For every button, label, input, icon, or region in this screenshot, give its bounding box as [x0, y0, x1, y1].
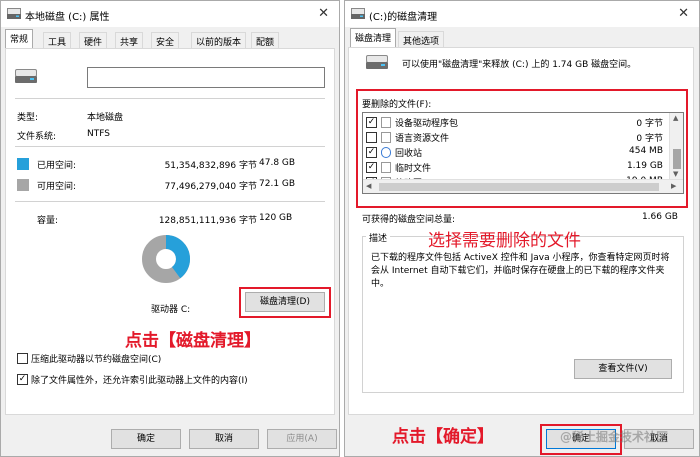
- highlight-cleanup: [239, 287, 331, 318]
- divider: [15, 146, 325, 147]
- properties-titlebar[interactable]: 本地磁盘 (C:) 属性 ✕: [1, 1, 339, 27]
- description-text: 已下载的程序文件包括 ActiveX 控件和 Java 小程序，你查看特定网页时…: [371, 253, 670, 289]
- filesystem-value: NTFS: [87, 129, 110, 139]
- free-space-label: 可用空间:: [37, 182, 77, 192]
- compress-label: 压缩此驱动器以节约磁盘空间(C): [31, 355, 162, 365]
- check-icon: ✓: [18, 374, 27, 384]
- tab-previous-versions[interactable]: 以前的版本: [191, 32, 247, 49]
- index-checkbox[interactable]: ✓: [17, 374, 28, 385]
- free-space-swatch: [17, 179, 29, 191]
- tab-hardware[interactable]: 硬件: [79, 32, 108, 49]
- total-space-label: 可获得的磁盘空间总量:: [362, 215, 456, 225]
- close-icon[interactable]: ✕: [678, 6, 689, 21]
- tab-quota[interactable]: 配额: [251, 32, 280, 49]
- used-space-swatch: [17, 158, 29, 170]
- compress-checkbox[interactable]: [17, 353, 28, 364]
- apply-button[interactable]: 应用(A): [267, 429, 337, 449]
- watermark: @稀土掘金技术社区: [560, 430, 669, 444]
- tab-disk-cleanup[interactable]: 磁盘清理: [350, 28, 397, 48]
- ok-button[interactable]: 确定: [111, 429, 181, 449]
- drive-icon: [366, 55, 388, 69]
- cancel-button[interactable]: 取消: [189, 429, 259, 449]
- type-value: 本地磁盘: [87, 113, 124, 123]
- tab-sharing[interactable]: 共享: [115, 32, 144, 49]
- drive-icon: [351, 8, 365, 19]
- annotation-click-cleanup: 点击【磁盘清理】: [125, 331, 261, 351]
- divider: [15, 98, 325, 99]
- description-label: 描述: [366, 231, 391, 244]
- drive-letter-label: 驱动器 C:: [151, 305, 191, 315]
- tab-security[interactable]: 安全: [151, 32, 180, 49]
- free-space-gb: 72.1 GB: [259, 179, 296, 189]
- index-label: 除了文件属性外，还允许索引此驱动器上文件的内容(I): [31, 376, 248, 386]
- used-space-label: 已用空间:: [37, 161, 77, 171]
- annotation-click-ok: 点击【确定】: [392, 427, 494, 447]
- properties-window: 本地磁盘 (C:) 属性 ✕ 常规 工具 硬件 共享 安全 以前的版本 配额 类…: [0, 0, 340, 457]
- capacity-gb: 120 GB: [259, 213, 293, 223]
- free-space-bytes: 77,496,279,040 字节: [164, 182, 257, 192]
- divider: [15, 201, 325, 202]
- close-icon[interactable]: ✕: [318, 6, 329, 21]
- free-space-message: 可以使用"磁盘清理"来释放 (C:) 上的 1.74 GB 磁盘空间。: [402, 60, 637, 70]
- drive-icon: [15, 69, 37, 83]
- cleanup-titlebar[interactable]: (C:)的磁盘清理 ✕: [345, 1, 699, 27]
- used-space-bytes: 51,354,832,896 字节: [164, 161, 257, 171]
- tab-general[interactable]: 常规: [5, 29, 34, 49]
- annotation-select-files: 选择需要删除的文件: [428, 231, 581, 251]
- tab-tools[interactable]: 工具: [43, 32, 72, 49]
- capacity-bytes: 128,851,111,936 字节: [158, 216, 257, 226]
- filesystem-label: 文件系统:: [17, 132, 57, 142]
- usage-donut-chart: [142, 235, 190, 283]
- cleanup-title: (C:)的磁盘清理: [369, 12, 438, 23]
- properties-title: 本地磁盘 (C:) 属性: [25, 12, 110, 23]
- drive-name-input[interactable]: [87, 67, 325, 88]
- used-space-gb: 47.8 GB: [259, 158, 296, 168]
- highlight-file-list: [356, 89, 688, 208]
- total-space-value: 1.66 GB: [641, 212, 678, 222]
- capacity-label: 容量:: [37, 216, 59, 226]
- properties-tabs: 常规 工具 硬件 共享 安全 以前的版本 配额: [1, 29, 339, 49]
- type-label: 类型:: [17, 113, 39, 123]
- tab-more-options[interactable]: 其他选项: [398, 31, 445, 48]
- view-files-button[interactable]: 查看文件(V): [574, 359, 672, 379]
- drive-icon: [7, 8, 21, 19]
